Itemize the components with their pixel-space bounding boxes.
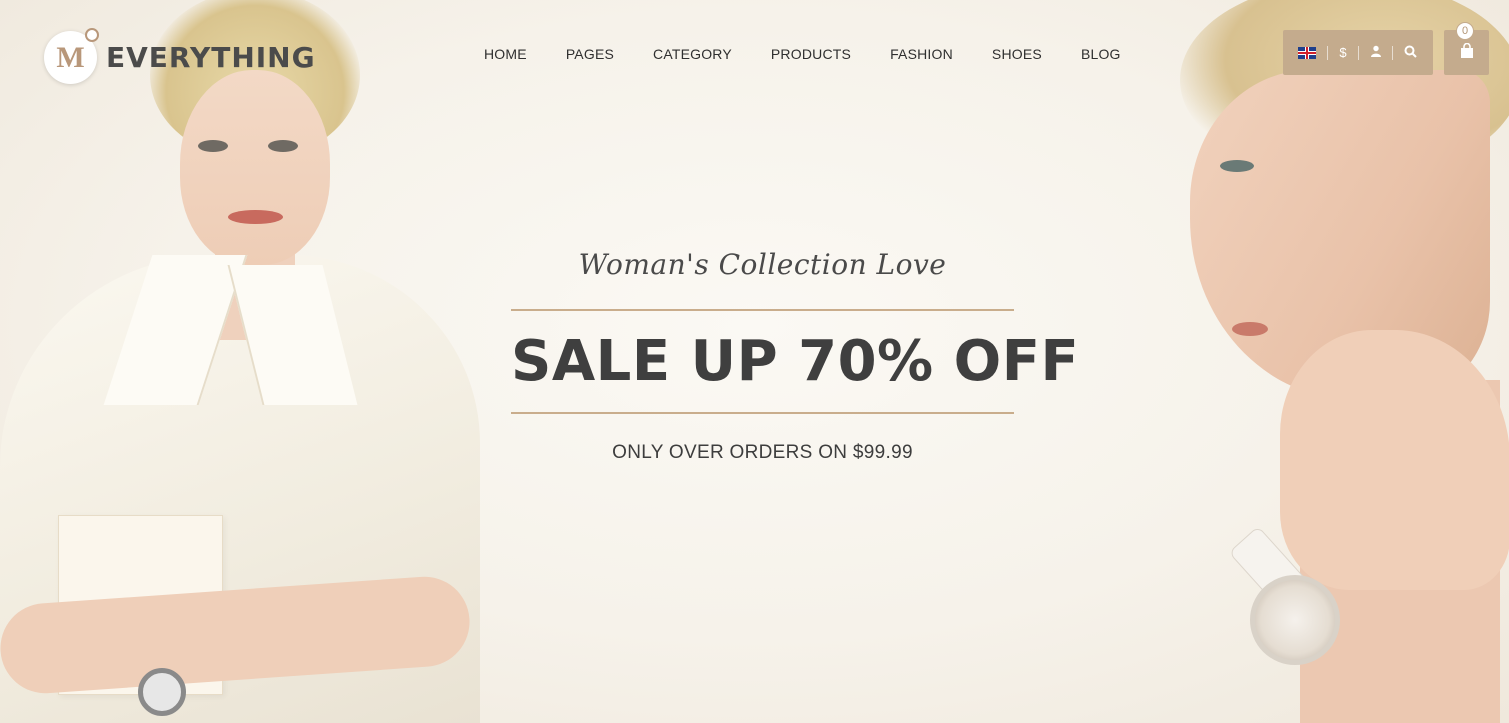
m-logo-icon: M xyxy=(44,28,99,84)
search-icon[interactable] xyxy=(1404,45,1418,61)
shopping-bag-icon xyxy=(1460,42,1474,63)
hero-tagline: Woman's Collection Love xyxy=(578,248,947,281)
nav-item-products[interactable]: PRODUCTS xyxy=(771,46,851,62)
nav-item-category[interactable]: CATEGORY xyxy=(653,46,732,62)
brand-logo[interactable]: M EVERYTHING xyxy=(44,28,316,84)
toolbar-divider xyxy=(1357,45,1359,60)
nav-item-home[interactable]: HOME xyxy=(484,46,527,62)
nav-item-shoes[interactable]: SHOES xyxy=(992,46,1042,62)
user-icon[interactable] xyxy=(1370,45,1382,60)
hero-divider-bottom xyxy=(511,412,1014,414)
nav-item-blog[interactable]: BLOG xyxy=(1081,46,1121,62)
main-nav: HOME PAGES CATEGORY PRODUCTS FASHION SHO… xyxy=(484,46,1160,62)
nav-item-pages[interactable]: PAGES xyxy=(566,46,614,62)
hero-model-left-image xyxy=(0,0,480,723)
nav-item-fashion[interactable]: FASHION xyxy=(890,46,953,62)
hero-headline: SALE UP 70% OFF xyxy=(511,329,1080,394)
header-toolbar: $ xyxy=(1283,30,1433,75)
uk-flag-icon[interactable] xyxy=(1298,46,1317,59)
cart-count-badge: 0 xyxy=(1456,22,1474,40)
hero-banner-text: Woman's Collection Love SALE UP 70% OFF … xyxy=(511,248,1080,464)
currency-selector[interactable]: $ xyxy=(1339,45,1346,60)
hero-divider-top xyxy=(511,309,1014,311)
brand-name: EVERYTHING xyxy=(106,41,316,74)
toolbar-divider xyxy=(1392,45,1394,60)
hero-subline: ONLY OVER ORDERS ON $99.99 xyxy=(612,442,913,463)
toolbar-divider xyxy=(1327,45,1329,60)
hero-model-right-image xyxy=(1150,0,1509,723)
